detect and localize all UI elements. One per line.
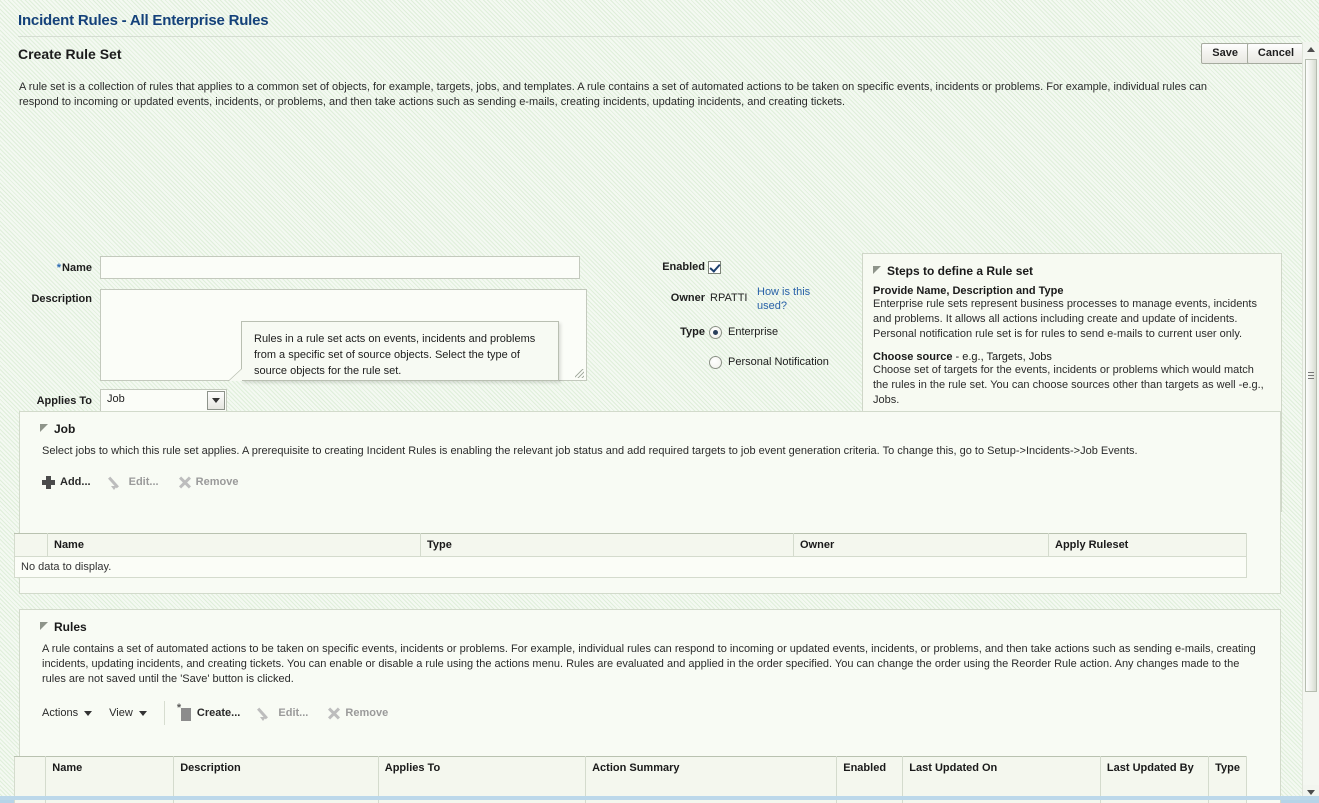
page-title: Incident Rules - All Enterprise Rules — [18, 12, 269, 29]
remove-button[interactable]: Remove — [327, 702, 388, 724]
applies-to-label: Applies To — [36, 395, 92, 407]
collapse-triangle-icon[interactable] — [40, 424, 48, 432]
name-input[interactable] — [100, 256, 580, 279]
steps-panel-title-text: Steps to define a Rule set — [887, 264, 1034, 278]
create-button[interactable]: Create... — [177, 702, 240, 724]
job-table: Name Type Owner Apply Ruleset No data to… — [14, 533, 1247, 578]
required-marker: * — [56, 262, 62, 274]
toolbar-separator — [163, 701, 165, 725]
collapse-triangle-icon[interactable] — [40, 622, 48, 630]
view-menu[interactable]: View — [109, 702, 147, 724]
rules-section-title: Rules — [20, 610, 1280, 634]
type-enterprise-radio[interactable] — [709, 326, 722, 339]
add-button[interactable]: Add... — [42, 471, 91, 493]
sub-header: Create Rule Set Save Cancel — [0, 38, 1319, 70]
rules-toolbar: Actions View Create... Edit... Remove — [20, 701, 1280, 729]
enabled-checkbox[interactable] — [708, 261, 721, 274]
collapse-triangle-icon[interactable] — [873, 266, 881, 274]
header-divider — [18, 36, 1301, 37]
scrollbar-thumb[interactable] — [1305, 59, 1317, 692]
pencil-icon — [110, 475, 124, 490]
step-heading: Choose source - e.g., Targets, Jobs — [873, 351, 1052, 363]
chevron-down-icon — [138, 710, 147, 716]
step-heading: Provide Name, Description and Type — [873, 285, 1064, 297]
plus-icon — [42, 475, 55, 489]
job-col-apply-ruleset[interactable]: Apply Ruleset — [1048, 533, 1247, 557]
enabled-label: Enabled — [662, 261, 705, 273]
job-table-empty-row: No data to display. — [14, 556, 1247, 578]
job-section-title: Job — [20, 412, 1280, 436]
job-col-name[interactable]: Name — [47, 533, 421, 557]
page-subtitle: Create Rule Set — [18, 46, 122, 62]
job-section-title-text: Job — [54, 422, 76, 436]
step-item: Provide Name, Description and Type Enter… — [873, 285, 1269, 342]
type-label: Type — [680, 326, 705, 338]
how-is-this-used-link[interactable]: How is this used? — [757, 285, 819, 313]
step-item: Choose source - e.g., Targets, Jobs Choo… — [873, 351, 1269, 408]
row-selector-column — [14, 533, 48, 557]
applies-to-value: Job — [107, 393, 125, 405]
save-button[interactable]: Save — [1201, 43, 1249, 64]
edit-button[interactable]: Edit... — [259, 702, 308, 724]
owner-value: RPATTI — [710, 292, 748, 304]
job-col-type[interactable]: Type — [420, 533, 794, 557]
x-icon — [178, 476, 191, 489]
job-table-header-row: Name Type Owner Apply Ruleset — [14, 533, 1247, 557]
steps-panel-title: Steps to define a Rule set — [873, 264, 1269, 278]
tooltip-text: Rules in a rule set acts on events, inci… — [254, 333, 536, 377]
rules-section-title-text: Rules — [54, 620, 87, 634]
owner-label: Owner — [670, 292, 705, 304]
no-data-message: No data to display. — [14, 556, 1247, 578]
name-label: *Name — [56, 262, 92, 274]
type-enterprise-label[interactable]: Enterprise — [728, 326, 778, 338]
rules-section-description: A rule contains a set of automated actio… — [42, 643, 1256, 685]
type-personal-notification-radio[interactable] — [709, 356, 722, 369]
chevron-down-icon[interactable] — [207, 391, 225, 410]
tooltip-tail — [229, 369, 242, 381]
job-col-owner[interactable]: Owner — [793, 533, 1049, 557]
job-section-description: Select jobs to which this rule set appli… — [42, 445, 1138, 457]
chevron-down-icon — [84, 710, 93, 716]
cancel-button[interactable]: Cancel — [1246, 43, 1305, 64]
type-personal-notification-label[interactable]: Personal Notification — [728, 356, 829, 368]
description-label: Description — [31, 293, 92, 305]
scrollbar-grip-icon — [1308, 371, 1314, 380]
remove-button[interactable]: Remove — [178, 471, 239, 493]
step-body: Enterprise rule sets represent business … — [873, 298, 1257, 340]
pencil-icon — [259, 706, 273, 721]
job-toolbar: Add... Edit... Remove — [20, 471, 1280, 499]
rule-set-form: *Name Description Applies To Job Rules i… — [0, 125, 1285, 512]
x-icon — [327, 707, 340, 720]
page-scrollbar[interactable] — [1302, 42, 1319, 800]
actions-menu[interactable]: Actions — [42, 702, 93, 724]
page-header: Incident Rules - All Enterprise Rules — [0, 0, 1319, 36]
applies-to-select[interactable]: Job — [100, 389, 227, 412]
scroll-up-arrow-icon[interactable] — [1303, 42, 1319, 57]
create-document-icon — [177, 702, 192, 721]
applies-to-tooltip: Rules in a rule set acts on events, inci… — [228, 321, 559, 381]
window-bottom-edge — [0, 796, 1319, 800]
page-intro-text: A rule set is a collection of rules that… — [19, 81, 1208, 108]
edit-button[interactable]: Edit... — [110, 471, 159, 493]
create-rule-set-page: Incident Rules - All Enterprise Rules Cr… — [0, 0, 1319, 803]
step-body: Choose set of targets for the events, in… — [873, 364, 1264, 406]
